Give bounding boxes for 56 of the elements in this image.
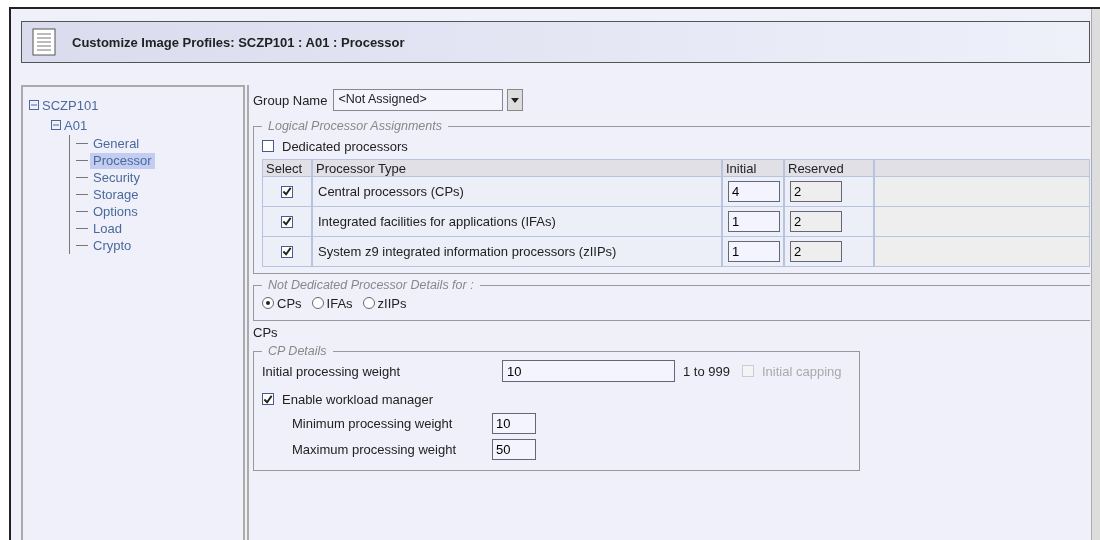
- reserved-field[interactable]: 2: [790, 211, 842, 232]
- initial-field[interactable]: 1: [728, 211, 780, 232]
- tree-item[interactable]: General: [90, 135, 143, 152]
- section-label: CPs: [253, 325, 279, 340]
- document-icon: [32, 28, 56, 56]
- tree-item[interactable]: Processor: [90, 152, 155, 169]
- radio-option[interactable]: zIIPs: [362, 295, 407, 311]
- checkbox[interactable]: [281, 245, 293, 258]
- tree-node[interactable]: A01: [64, 117, 88, 133]
- checkbox[interactable]: [262, 140, 274, 152]
- column-header: Select: [262, 159, 312, 177]
- checkbox[interactable]: [281, 215, 293, 228]
- tree-item[interactable]: Crypto: [90, 237, 135, 254]
- tree-item[interactable]: Load: [90, 220, 125, 237]
- radio-option[interactable]: CPs: [262, 295, 302, 311]
- minimum-weight-field[interactable]: 10: [492, 412, 536, 434]
- radio-button[interactable]: [362, 297, 375, 309]
- initial-field[interactable]: 1: [728, 241, 780, 262]
- field-label: Maximum processing weight: [292, 441, 457, 457]
- group-name-label: Group Name: [253, 92, 328, 108]
- collapse-icon[interactable]: [29, 100, 39, 110]
- initial-field[interactable]: 4: [728, 181, 780, 202]
- radio-option[interactable]: IFAs: [311, 295, 353, 311]
- window-title: Customize Image Profiles: SCZP101 : A01 : Processor: [72, 34, 405, 50]
- reserved-field[interactable]: 2: [790, 181, 842, 202]
- caret-icon: [511, 97, 520, 103]
- checkbox[interactable]: [281, 185, 293, 198]
- column-header: Processor Type: [312, 159, 722, 177]
- field-label: Minimum processing weight: [292, 415, 454, 431]
- group-name-dropdown[interactable]: <Not Assigned>: [333, 89, 504, 111]
- tree-node[interactable]: SCZP101: [42, 97, 99, 113]
- field-label: Initial processing weight: [262, 363, 402, 379]
- reserved-field[interactable]: 2: [790, 241, 842, 262]
- checkbox[interactable]: [262, 393, 274, 405]
- range-hint: 1 to 999: [683, 363, 730, 379]
- checkbox-label: Enable workload manager: [282, 391, 434, 407]
- group-legend: Logical Processor Assignments: [262, 119, 448, 133]
- radio-button[interactable]: [262, 297, 274, 309]
- column-header: Reserved: [784, 159, 874, 177]
- group-legend: Not Dedicated Processor Details for :: [262, 278, 480, 292]
- table-cell: System z9 integrated information processors (zIIPs): [312, 237, 722, 267]
- radio-button[interactable]: [311, 297, 324, 309]
- table-cell: Integrated facilities for applications (IFAs): [312, 207, 722, 237]
- tree-item[interactable]: Storage: [90, 186, 142, 203]
- group-legend: CP Details: [262, 344, 333, 358]
- checkbox-label: Initial capping: [762, 363, 842, 379]
- maximum-weight-field[interactable]: 50: [492, 438, 536, 460]
- collapse-icon[interactable]: [51, 120, 61, 130]
- initial-weight-field[interactable]: 10: [502, 360, 675, 382]
- column-header: Initial: [722, 159, 784, 177]
- tree-item[interactable]: Options: [90, 203, 141, 220]
- dropdown-button[interactable]: [507, 89, 524, 111]
- table-cell: Central processors (CPs): [312, 177, 722, 207]
- checkbox-label: Dedicated processors: [282, 138, 408, 154]
- tree-item[interactable]: Security: [90, 169, 143, 186]
- scrollbar[interactable]: [1091, 9, 1100, 540]
